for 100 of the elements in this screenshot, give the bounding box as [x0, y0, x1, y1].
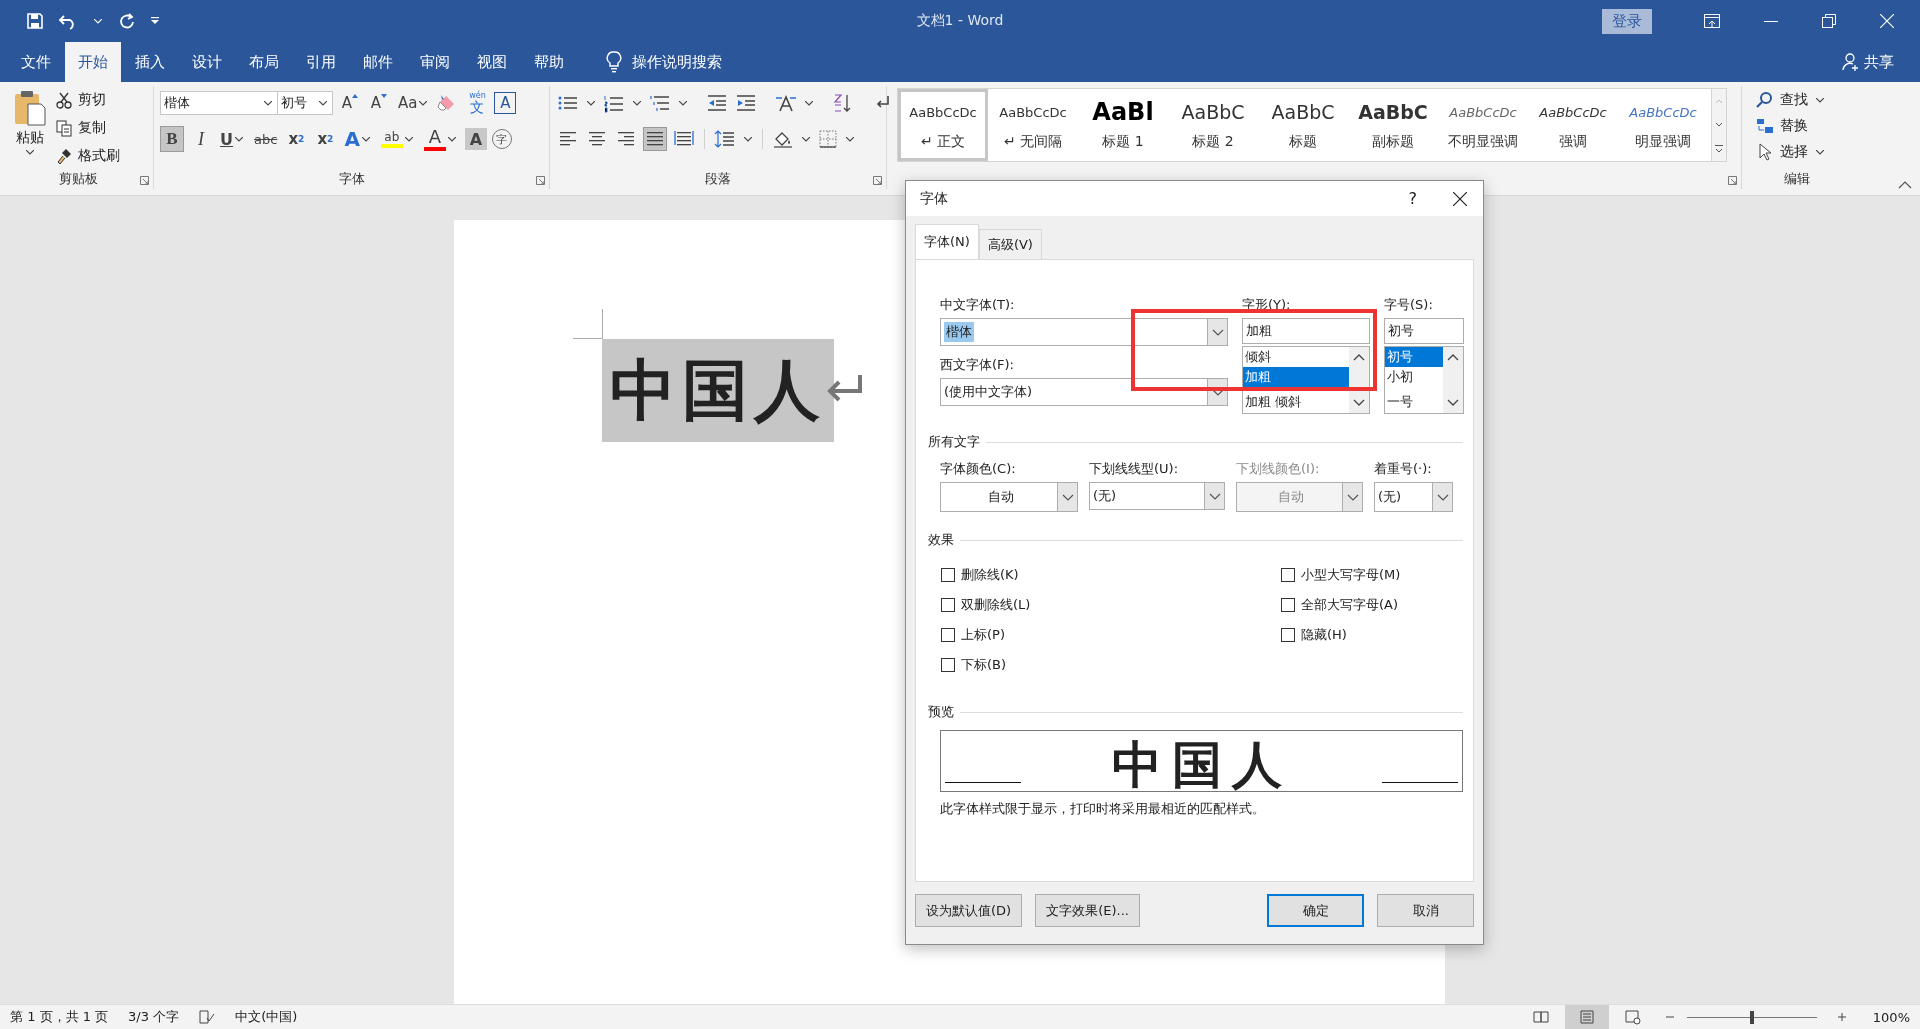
borders-icon[interactable]: [818, 129, 838, 149]
ribbon-tab[interactable]: 开始: [65, 42, 121, 82]
checkbox-label[interactable]: 小型大写字母(M): [1301, 566, 1401, 584]
caret-icon[interactable]: [633, 100, 641, 106]
checkbox[interactable]: [941, 568, 955, 582]
caret-icon[interactable]: [744, 136, 752, 142]
save-icon[interactable]: [26, 12, 44, 30]
list-option[interactable]: 初号: [1385, 347, 1443, 367]
caret-icon[interactable]: [419, 100, 428, 106]
checkbox[interactable]: [941, 598, 955, 612]
scroll-up-icon[interactable]: [1447, 353, 1459, 361]
print-view-button[interactable]: [1564, 1004, 1609, 1029]
dialog-launcher-icon[interactable]: [1728, 176, 1737, 185]
dialog-launcher-icon[interactable]: [536, 176, 545, 185]
shrink-font-button[interactable]: A: [367, 90, 391, 116]
caret-icon[interactable]: [235, 136, 243, 142]
select-button[interactable]: 选择: [1756, 140, 1846, 164]
dropdown-field[interactable]: (无): [1089, 482, 1225, 510]
font-name-field[interactable]: 楷体: [160, 91, 278, 115]
checkbox-label[interactable]: 下标(B): [961, 656, 1007, 674]
caret-icon[interactable]: [679, 100, 687, 106]
clipboard-tool-button[interactable]: 剪切: [56, 88, 120, 112]
dialog-button[interactable]: 文字效果(E)...: [1035, 894, 1140, 927]
checkbox[interactable]: [1281, 568, 1295, 582]
dialog-launcher-icon[interactable]: [140, 176, 149, 185]
line-spacing-icon[interactable]: [714, 129, 736, 149]
style-option[interactable]: AaBbCcDc ↵ 正文: [898, 89, 988, 161]
decrease-indent-icon[interactable]: [706, 93, 728, 113]
font-color-button[interactable]: A: [421, 126, 460, 152]
tell-me-search[interactable]: 操作说明搜索: [632, 52, 722, 72]
increase-indent-icon[interactable]: [735, 93, 757, 113]
replace-button[interactable]: 替换: [1756, 114, 1846, 138]
list-option[interactable]: 一号: [1385, 392, 1443, 412]
caret-icon[interactable]: [802, 136, 810, 142]
dialog-launcher-icon[interactable]: [873, 176, 882, 185]
scroll-down-icon[interactable]: [1447, 399, 1459, 407]
grow-font-button[interactable]: A: [338, 90, 362, 116]
dropdown-field[interactable]: 楷体: [940, 318, 1228, 346]
checkbox[interactable]: [941, 628, 955, 642]
character-shading-button[interactable]: A: [464, 128, 487, 150]
lightbulb-icon[interactable]: [606, 51, 622, 73]
dialog-button[interactable]: 设为默认值(D): [915, 894, 1023, 927]
align-justify-icon[interactable]: [644, 128, 666, 150]
style-option[interactable]: AaBbC 标题 2: [1168, 89, 1258, 161]
ribbon-tab[interactable]: 布局: [236, 42, 292, 82]
checkbox[interactable]: [1281, 628, 1295, 642]
help-button[interactable]: ?: [1408, 189, 1417, 208]
style-option[interactable]: AaBbC 标题: [1258, 89, 1348, 161]
numbering-icon[interactable]: [603, 93, 625, 113]
paste-button[interactable]: 粘贴: [10, 88, 50, 169]
find-button[interactable]: 查找: [1756, 88, 1846, 112]
list-option[interactable]: 倾斜: [1243, 347, 1349, 367]
caret-icon[interactable]: [264, 100, 272, 106]
page-count[interactable]: 第 1 页，共 1 页: [10, 1008, 109, 1026]
dialog-button[interactable]: 取消: [1377, 894, 1474, 927]
close-icon[interactable]: [1453, 191, 1467, 206]
style-option[interactable]: AaBbC 副标题: [1348, 89, 1438, 161]
caret-icon[interactable]: [319, 100, 327, 106]
style-option[interactable]: AaBbCcDc 不明显强调: [1438, 89, 1528, 161]
phonetic-guide-button[interactable]: wén 文: [465, 90, 490, 116]
share-button[interactable]: 共享: [1842, 42, 1920, 82]
strike-button[interactable]: abc: [252, 126, 280, 152]
ribbon-tab[interactable]: 视图: [464, 42, 520, 82]
clipboard-tool-button[interactable]: 格式刷: [56, 144, 120, 168]
style-option[interactable]: AaBl 标题 1: [1078, 89, 1168, 161]
clipboard-tool-button[interactable]: 复制: [56, 116, 120, 140]
text-field[interactable]: 初号: [1384, 318, 1464, 344]
highlight-button[interactable]: ab: [378, 126, 417, 152]
caret-icon[interactable]: [361, 136, 370, 142]
checkbox-label[interactable]: 上标(P): [961, 626, 1005, 644]
dialog-tab[interactable]: 字体(N): [915, 224, 979, 259]
caret-icon[interactable]: [404, 136, 413, 142]
text-effects-button[interactable]: A: [342, 126, 374, 152]
scroll-down-icon[interactable]: [1353, 399, 1365, 407]
caret-icon[interactable]: [1816, 149, 1824, 155]
zoom-level[interactable]: 100%: [1872, 1009, 1910, 1025]
sign-in-button[interactable]: 登录: [1602, 8, 1652, 34]
change-case-button[interactable]: Aa: [396, 90, 432, 116]
caret-icon[interactable]: [447, 136, 456, 142]
character-border-button[interactable]: A: [494, 92, 517, 114]
text-field[interactable]: 加粗: [1242, 318, 1370, 344]
ribbon-tab[interactable]: 邮件: [350, 42, 406, 82]
caret-icon[interactable]: [26, 150, 34, 155]
caret-icon[interactable]: [587, 100, 595, 106]
checkbox[interactable]: [941, 658, 955, 672]
dropdown-field[interactable]: 自动: [940, 482, 1078, 512]
caret-icon[interactable]: [1816, 97, 1824, 103]
checkbox[interactable]: [1281, 598, 1295, 612]
language-indicator[interactable]: 中文(中国): [235, 1008, 298, 1026]
ribbon-tab[interactable]: 审阅: [407, 42, 463, 82]
redo-icon[interactable]: [118, 12, 136, 30]
ribbon-tab[interactable]: 引用: [293, 42, 349, 82]
checkbox-label[interactable]: 全部大写字母(A): [1301, 596, 1399, 614]
underline-button[interactable]: U: [218, 126, 247, 152]
dropdown-field[interactable]: (使用中文字体): [940, 378, 1228, 406]
checkbox-label[interactable]: 隐藏(H): [1301, 626, 1347, 644]
chinese-layout-icon[interactable]: [775, 93, 797, 113]
ribbon-tab[interactable]: 设计: [179, 42, 235, 82]
ribbon-tab[interactable]: 文件: [8, 42, 64, 82]
style-option[interactable]: AaBbCcDc ↵ 无间隔: [988, 89, 1078, 161]
